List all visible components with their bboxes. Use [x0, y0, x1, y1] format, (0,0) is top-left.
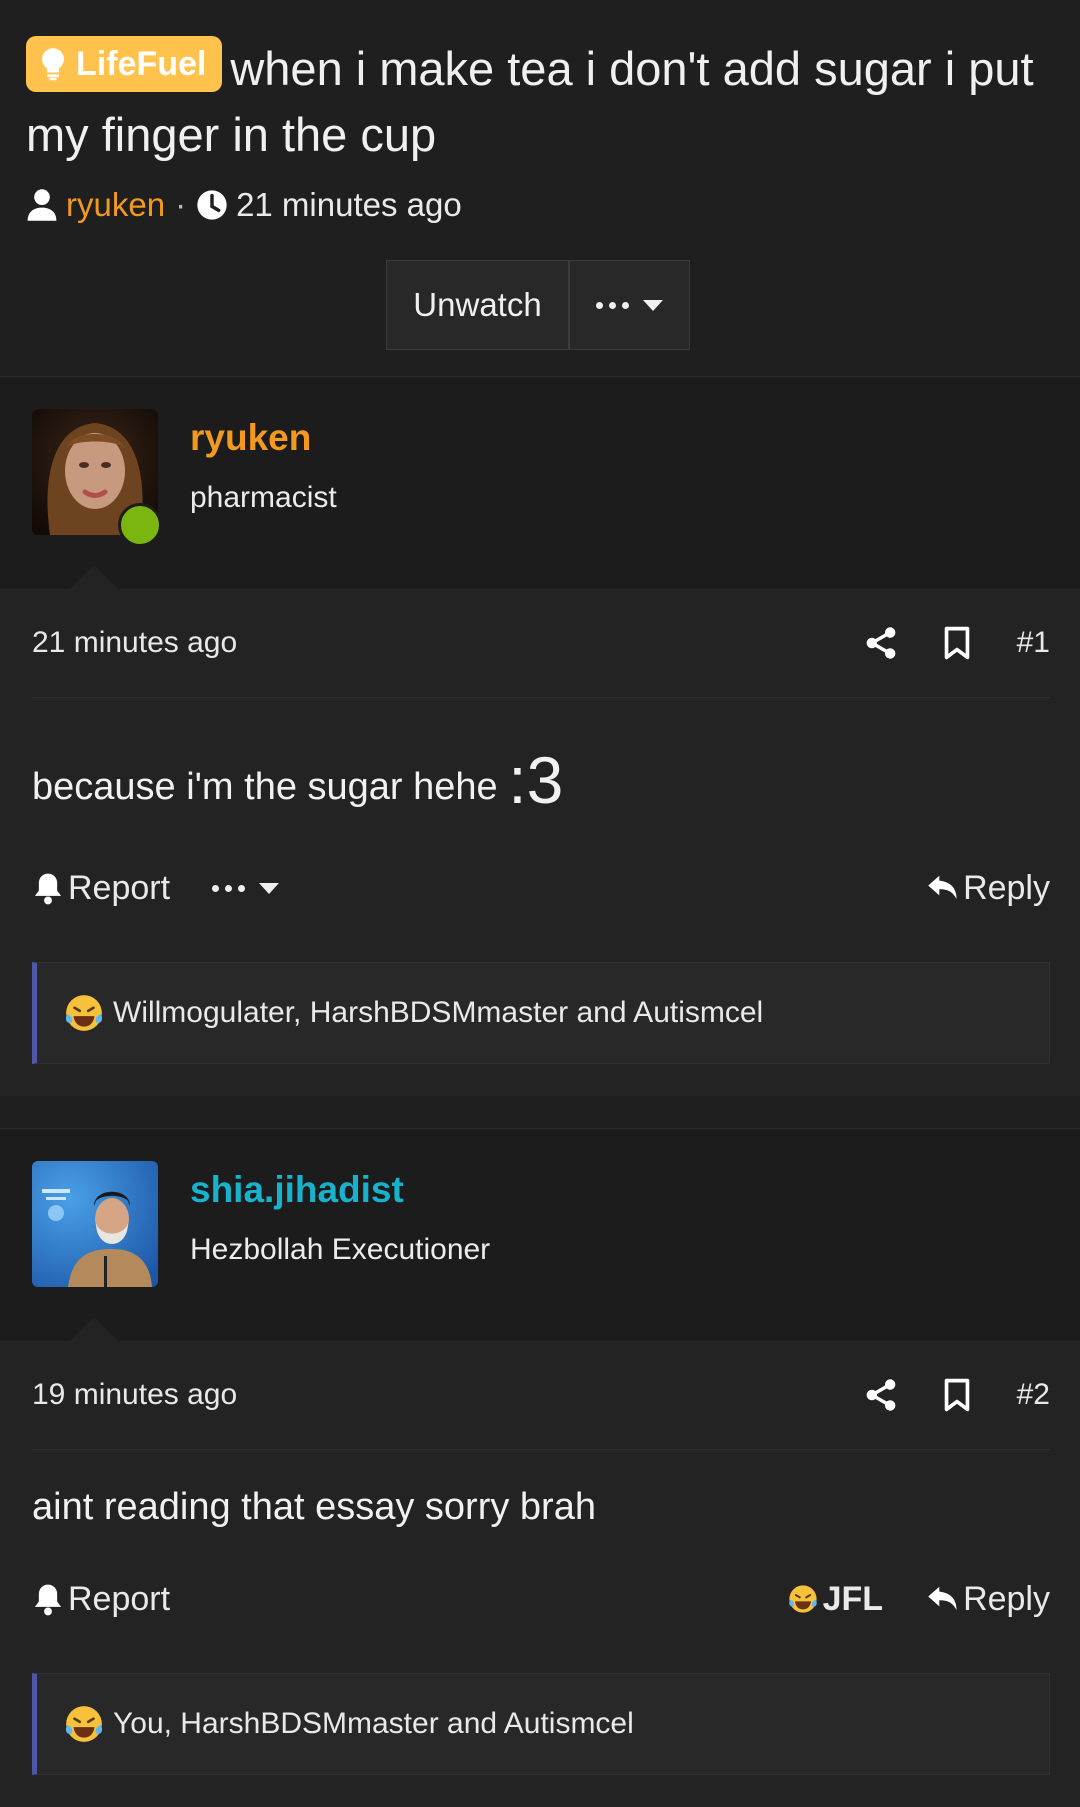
post-number[interactable]: #1: [1017, 626, 1050, 660]
post-body: 21 minutes ago #1 because i'm the sugar …: [0, 589, 1080, 1096]
reply-label: Reply: [963, 1579, 1050, 1618]
post-footer: Report JFL Reply: [32, 1559, 1050, 1639]
post-content: because i'm the sugar hehe :3: [32, 698, 1050, 848]
thread-meta: ryuken · 21 minutes ago: [26, 186, 1050, 224]
jfl-reaction-button[interactable]: JFL: [787, 1580, 883, 1619]
report-label: Report: [68, 1579, 171, 1618]
reactions-bar[interactable]: Willmogulater, HarshBDSMmaster and Autis…: [32, 962, 1050, 1064]
thread-prefix-label: LifeFuel: [76, 45, 207, 83]
post-number[interactable]: #2: [1017, 1378, 1050, 1412]
thread-author-link[interactable]: ryuken: [66, 186, 165, 224]
post-username[interactable]: shia.jihadist: [190, 1169, 490, 1211]
reaction-users: You, HarshBDSMmaster and Autismcel: [113, 1707, 634, 1740]
report-button[interactable]: Report: [32, 1580, 170, 1619]
tears-of-joy-emoji-icon: [65, 995, 103, 1031]
ellipsis-icon: [595, 301, 629, 309]
bell-icon: [34, 873, 62, 905]
tears-of-joy-emoji-icon: [788, 1585, 817, 1613]
report-label: Report: [68, 868, 171, 907]
unwatch-button[interactable]: Unwatch: [386, 260, 569, 350]
share-icon[interactable]: [865, 626, 897, 660]
post-text: aint reading that essay sorry brah: [32, 1486, 596, 1528]
post-body: 19 minutes ago #2 aint reading that essa…: [0, 1341, 1080, 1807]
share-icon[interactable]: [865, 1378, 897, 1412]
post-time[interactable]: 19 minutes ago: [32, 1378, 237, 1412]
user-title: pharmacist: [190, 481, 337, 514]
bookmark-icon[interactable]: [941, 626, 973, 660]
user-title: Hezbollah Executioner: [190, 1233, 491, 1266]
post-header: 21 minutes ago #1: [32, 589, 1050, 698]
clock-icon: [197, 190, 227, 220]
reply-label: Reply: [963, 868, 1050, 907]
reaction-users: Willmogulater, HarshBDSMmaster and Autis…: [113, 996, 764, 1029]
post: shia.jihadist Hezbollah Executioner 19 m…: [0, 1128, 1080, 1807]
meta-separator: ·: [175, 186, 187, 223]
post-user-block: shia.jihadist Hezbollah Executioner: [0, 1129, 1080, 1341]
post-more-options[interactable]: [212, 882, 280, 894]
post-user-block: ryuken pharmacist: [0, 377, 1080, 589]
user-icon: [27, 189, 57, 221]
post-content: aint reading that essay sorry brah: [32, 1450, 1050, 1559]
bell-icon: [34, 1584, 62, 1616]
post-text: because i'm the sugar hehe: [32, 766, 509, 808]
jfl-label: JFL: [822, 1579, 884, 1618]
lightbulb-icon: [42, 48, 64, 81]
report-button[interactable]: Report: [32, 869, 170, 908]
post-footer: Report Reply: [32, 848, 1050, 928]
caret-down-icon: [259, 882, 280, 894]
bookmark-icon[interactable]: [941, 1378, 973, 1412]
tears-of-joy-emoji-icon: [65, 1706, 103, 1742]
thread-header: LifeFuel when i make tea i don't add sug…: [0, 0, 1080, 376]
reply-button[interactable]: Reply: [927, 869, 1050, 908]
post-smiley-text: :3: [508, 743, 564, 817]
reply-arrow-icon: [928, 875, 957, 900]
caret-down-icon: [642, 299, 663, 311]
post-username[interactable]: ryuken: [190, 417, 337, 459]
avatar[interactable]: [32, 1161, 158, 1287]
reply-arrow-icon: [928, 1586, 957, 1611]
post-time[interactable]: 21 minutes ago: [32, 626, 237, 660]
reactions-bar[interactable]: You, HarshBDSMmaster and Autismcel: [32, 1673, 1050, 1775]
reply-button[interactable]: Reply: [927, 1580, 1050, 1619]
thread-time[interactable]: 21 minutes ago: [236, 186, 462, 224]
more-options-button[interactable]: [568, 260, 690, 350]
online-status-indicator: [118, 503, 162, 547]
thread-actions: Unwatch: [26, 260, 1050, 376]
ellipsis-icon: [212, 884, 246, 892]
thread-prefix-badge[interactable]: LifeFuel: [26, 36, 223, 92]
post: ryuken pharmacist 21 minutes ago #1 beca…: [0, 376, 1080, 1096]
post-header: 19 minutes ago #2: [32, 1341, 1050, 1450]
thread-title: LifeFuel when i make tea i don't add sug…: [26, 36, 1050, 168]
